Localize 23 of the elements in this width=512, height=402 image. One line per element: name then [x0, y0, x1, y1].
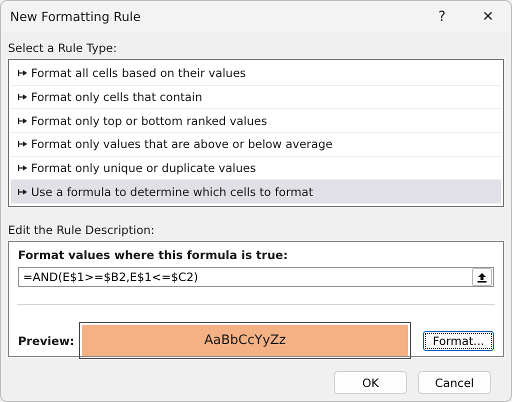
upload-arrow-icon [477, 272, 487, 282]
formula-field[interactable]: =AND(E$1>=$B2,E$1<=$C2) [18, 267, 494, 287]
rule-type-item[interactable]: Format only unique or duplicate values [11, 156, 501, 180]
rule-type-item[interactable]: Use a formula to determine which cells to format [11, 180, 501, 204]
arrow-icon [18, 188, 27, 195]
help-button[interactable]: ? [419, 1, 465, 32]
window-title: New Formatting Rule [10, 9, 142, 24]
rule-type-item[interactable]: Format only cells that contain [11, 86, 501, 110]
format-button[interactable]: Format... [423, 330, 494, 350]
dialog-button[interactable]: Cancel [418, 371, 491, 394]
section-label: Select a Rule Type: [8, 41, 118, 55]
close-button[interactable]: ✕ [465, 1, 511, 32]
arrow-icon [18, 70, 27, 76]
dialog-button[interactable]: OK [334, 371, 407, 394]
arrow-icon [18, 94, 27, 100]
section-label: Edit the Rule Description: [8, 223, 156, 237]
collapse-button[interactable] [472, 268, 492, 286]
arrow-icon [18, 141, 27, 148]
arrow-icon [18, 118, 27, 124]
arrow-icon [18, 165, 27, 172]
preview-sample: AaBbCcYyZz [82, 325, 408, 356]
formula-label: Format values where this formula is true: [18, 248, 289, 262]
preview-label: Preview: [18, 334, 76, 348]
